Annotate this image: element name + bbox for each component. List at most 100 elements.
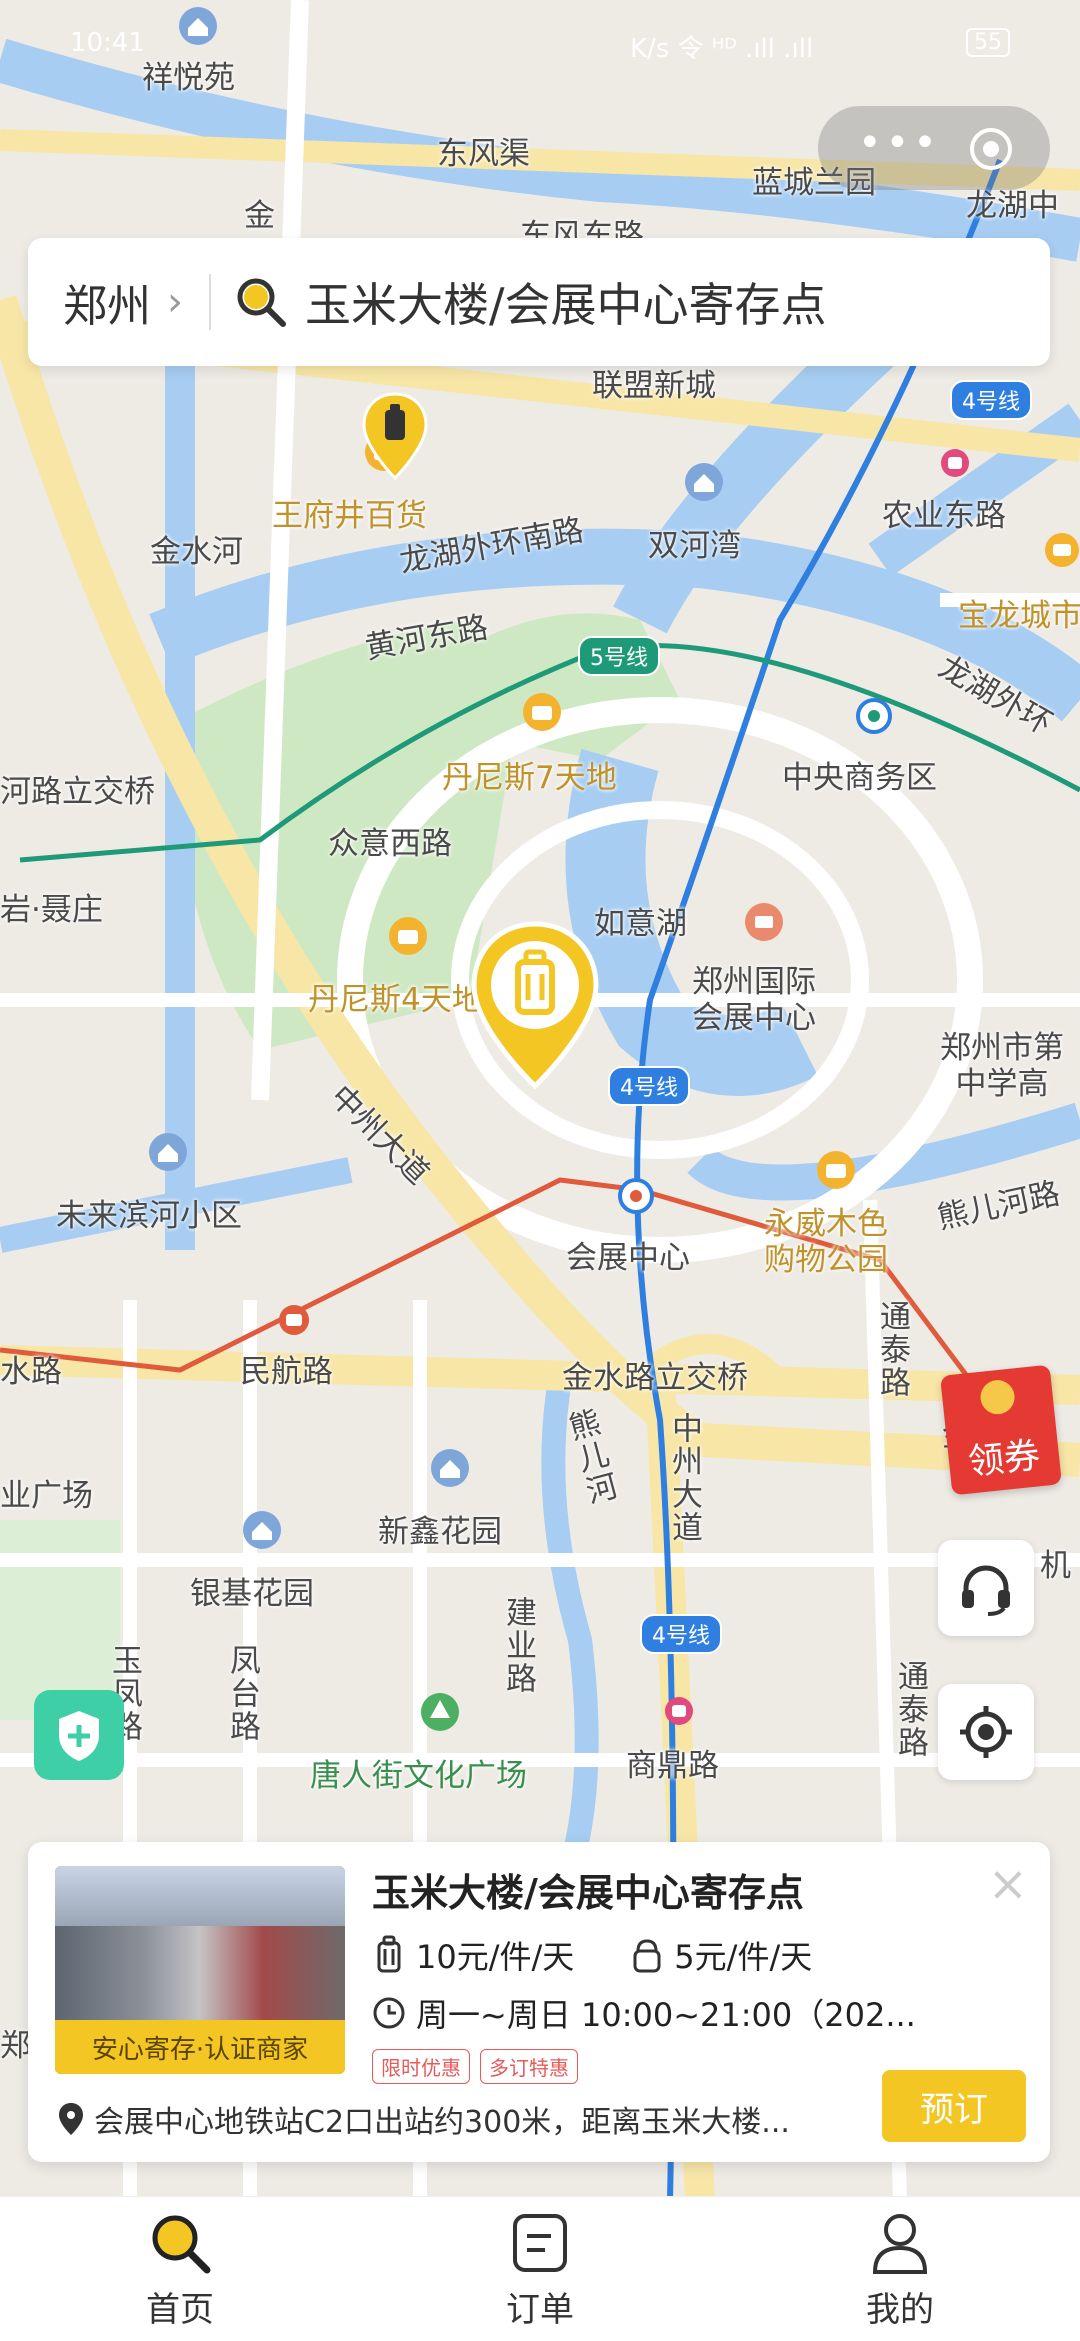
- map-label: 银基花园: [190, 1576, 314, 1612]
- tab-home-label: 首页: [146, 2289, 214, 2330]
- map-label: 金水河: [150, 534, 243, 570]
- shopping-icon: [1045, 533, 1079, 567]
- tab-orders[interactable]: 订单: [360, 2197, 720, 2341]
- clock-icon: [373, 1997, 405, 2029]
- headset-icon: [962, 1565, 1010, 1616]
- close-miniprogram-icon[interactable]: [968, 126, 1014, 172]
- divider: [209, 274, 211, 330]
- map-label: 丹尼斯4天地: [308, 982, 483, 1018]
- hours-text: 周一~周日 10:00~21:00（202...: [416, 1996, 916, 2034]
- business-hours: 周一~周日 10:00~21:00（202...: [372, 1990, 916, 2036]
- store-title: 玉米大楼/会展中心寄存点: [372, 1871, 804, 1915]
- map-label: 郑: [0, 2028, 31, 2064]
- shopping-icon: [389, 917, 427, 955]
- map-label: 农业东路: [882, 498, 1006, 534]
- map-label: 河路立交桥: [0, 774, 155, 810]
- promo-tag: 多订特惠: [480, 2049, 578, 2084]
- coupon-icon: [978, 1378, 1017, 1416]
- tab-home[interactable]: 首页: [0, 2197, 360, 2341]
- orders-icon: [513, 2213, 567, 2272]
- search-bar[interactable]: 郑州 › 玉米大楼/会展中心寄存点: [28, 238, 1050, 366]
- map-label: 祥悦苑: [142, 60, 235, 96]
- residence-icon: [179, 7, 217, 45]
- safety-shield-button[interactable]: [34, 1690, 124, 1780]
- map-label: 宝龙城市: [958, 598, 1080, 634]
- coupon-button[interactable]: 领券: [940, 1364, 1062, 1496]
- storage-location-pin[interactable]: [362, 392, 428, 480]
- promo-tag: 限时优惠: [372, 2049, 470, 2084]
- book-button[interactable]: 预订: [882, 2070, 1026, 2142]
- map-label: 中央商务区: [782, 760, 937, 796]
- map-label: 通泰路: [892, 1660, 928, 1759]
- status-info: K/s 令 ᴴᴰ .ıll .ıll: [630, 34, 814, 64]
- metro-station-icon: [941, 449, 969, 477]
- shield-icon: [59, 1711, 99, 1761]
- city-selector[interactable]: 郑州: [63, 270, 151, 334]
- small-bag-price: 5元/件/天: [674, 1938, 813, 1976]
- address-text: 会展中心地铁站C2口出站约300米，距离玉米大楼...: [94, 2105, 790, 2140]
- residence-icon: [149, 1133, 187, 1171]
- metro-line-badge: 5号线: [578, 636, 660, 676]
- map-label: 郑州国际 会展中心: [692, 964, 816, 1036]
- map-label: 会展中心: [566, 1240, 690, 1276]
- map-label: 机: [1040, 1548, 1071, 1584]
- map-label: 新鑫花园: [378, 1514, 502, 1550]
- map-label: 双河湾: [648, 528, 741, 564]
- small-bag-icon: [633, 1939, 661, 1973]
- map-label: 通泰路: [874, 1300, 910, 1399]
- search-icon: [237, 278, 286, 327]
- customer-service-button[interactable]: [938, 1540, 1034, 1636]
- locate-button[interactable]: [938, 1684, 1034, 1780]
- map-label: 建业路: [500, 1596, 536, 1695]
- tab-mine-label: 我的: [866, 2289, 934, 2330]
- park-icon: [421, 1693, 459, 1731]
- locate-icon: [960, 1706, 1012, 1758]
- map-label: 联盟新城: [592, 368, 716, 404]
- map-label: 金: [244, 198, 275, 234]
- more-icon[interactable]: •••: [858, 120, 941, 166]
- map-label: 唐人街文化广场: [310, 1758, 527, 1794]
- location-pin-icon: [59, 2103, 83, 2135]
- residence-icon: [243, 1511, 281, 1549]
- tab-mine[interactable]: 我的: [720, 2197, 1080, 2341]
- map-label: 水路: [0, 1354, 62, 1390]
- map-label: 丹尼斯7天地: [442, 760, 617, 796]
- search-home-icon: [152, 2215, 211, 2273]
- map-label: 郑州市第 中学高: [940, 1030, 1064, 1102]
- metro-station-icon: [665, 1697, 693, 1725]
- residence-icon: [431, 1449, 469, 1487]
- store-photo: 安心寄存·认证商家: [55, 1866, 345, 2074]
- landmark-icon: [745, 903, 783, 941]
- chevron-right-icon[interactable]: ›: [167, 279, 183, 325]
- tab-orders-label: 订单: [506, 2289, 574, 2330]
- shopping-icon: [523, 693, 561, 731]
- map-label: 众意西路: [328, 826, 452, 862]
- close-card-button[interactable]: ×: [988, 1856, 1028, 1912]
- large-luggage-icon: [377, 1935, 401, 1973]
- metro-line-badge: 4号线: [608, 1066, 690, 1106]
- status-time: 10:41: [70, 28, 145, 58]
- map-label: 永威木色 购物公园: [764, 1206, 888, 1278]
- map-label: 如意湖: [594, 906, 687, 942]
- metro-station-icon: [856, 698, 892, 734]
- selected-storage-pin[interactable]: [470, 920, 600, 1090]
- map-label: 东风渠: [437, 136, 530, 172]
- metro-line-badge: 4号线: [640, 1614, 722, 1654]
- map-label: 民航路: [240, 1354, 333, 1390]
- battery-indicator: 55: [966, 28, 1010, 57]
- price-row: 10元/件/天 5元/件/天: [372, 1932, 812, 1978]
- storage-info-card[interactable]: 安心寄存·认证商家 玉米大楼/会展中心寄存点 × 10元/件/天 5元/件/天 …: [28, 1842, 1050, 2162]
- promo-tags: 限时优惠 多订特惠: [372, 2049, 578, 2084]
- map-label: 凤台路: [224, 1644, 260, 1743]
- large-luggage-price: 10元/件/天: [416, 1938, 575, 1976]
- residence-icon: [685, 463, 723, 501]
- map-label: 未来滨河小区: [56, 1198, 242, 1234]
- bottom-tab-bar: 首页 订单 我的: [0, 2196, 1080, 2341]
- map-label: 岩·聂庄: [0, 892, 103, 928]
- miniprogram-capsule[interactable]: •••: [818, 106, 1050, 190]
- metro-station-icon: [279, 1305, 309, 1335]
- store-photo-banner: [55, 1866, 345, 1926]
- certified-merchant-label: 安心寄存·认证商家: [55, 2020, 345, 2074]
- map-label: 商鼎路: [626, 1748, 719, 1784]
- search-input[interactable]: 玉米大楼/会展中心寄存点: [305, 269, 827, 335]
